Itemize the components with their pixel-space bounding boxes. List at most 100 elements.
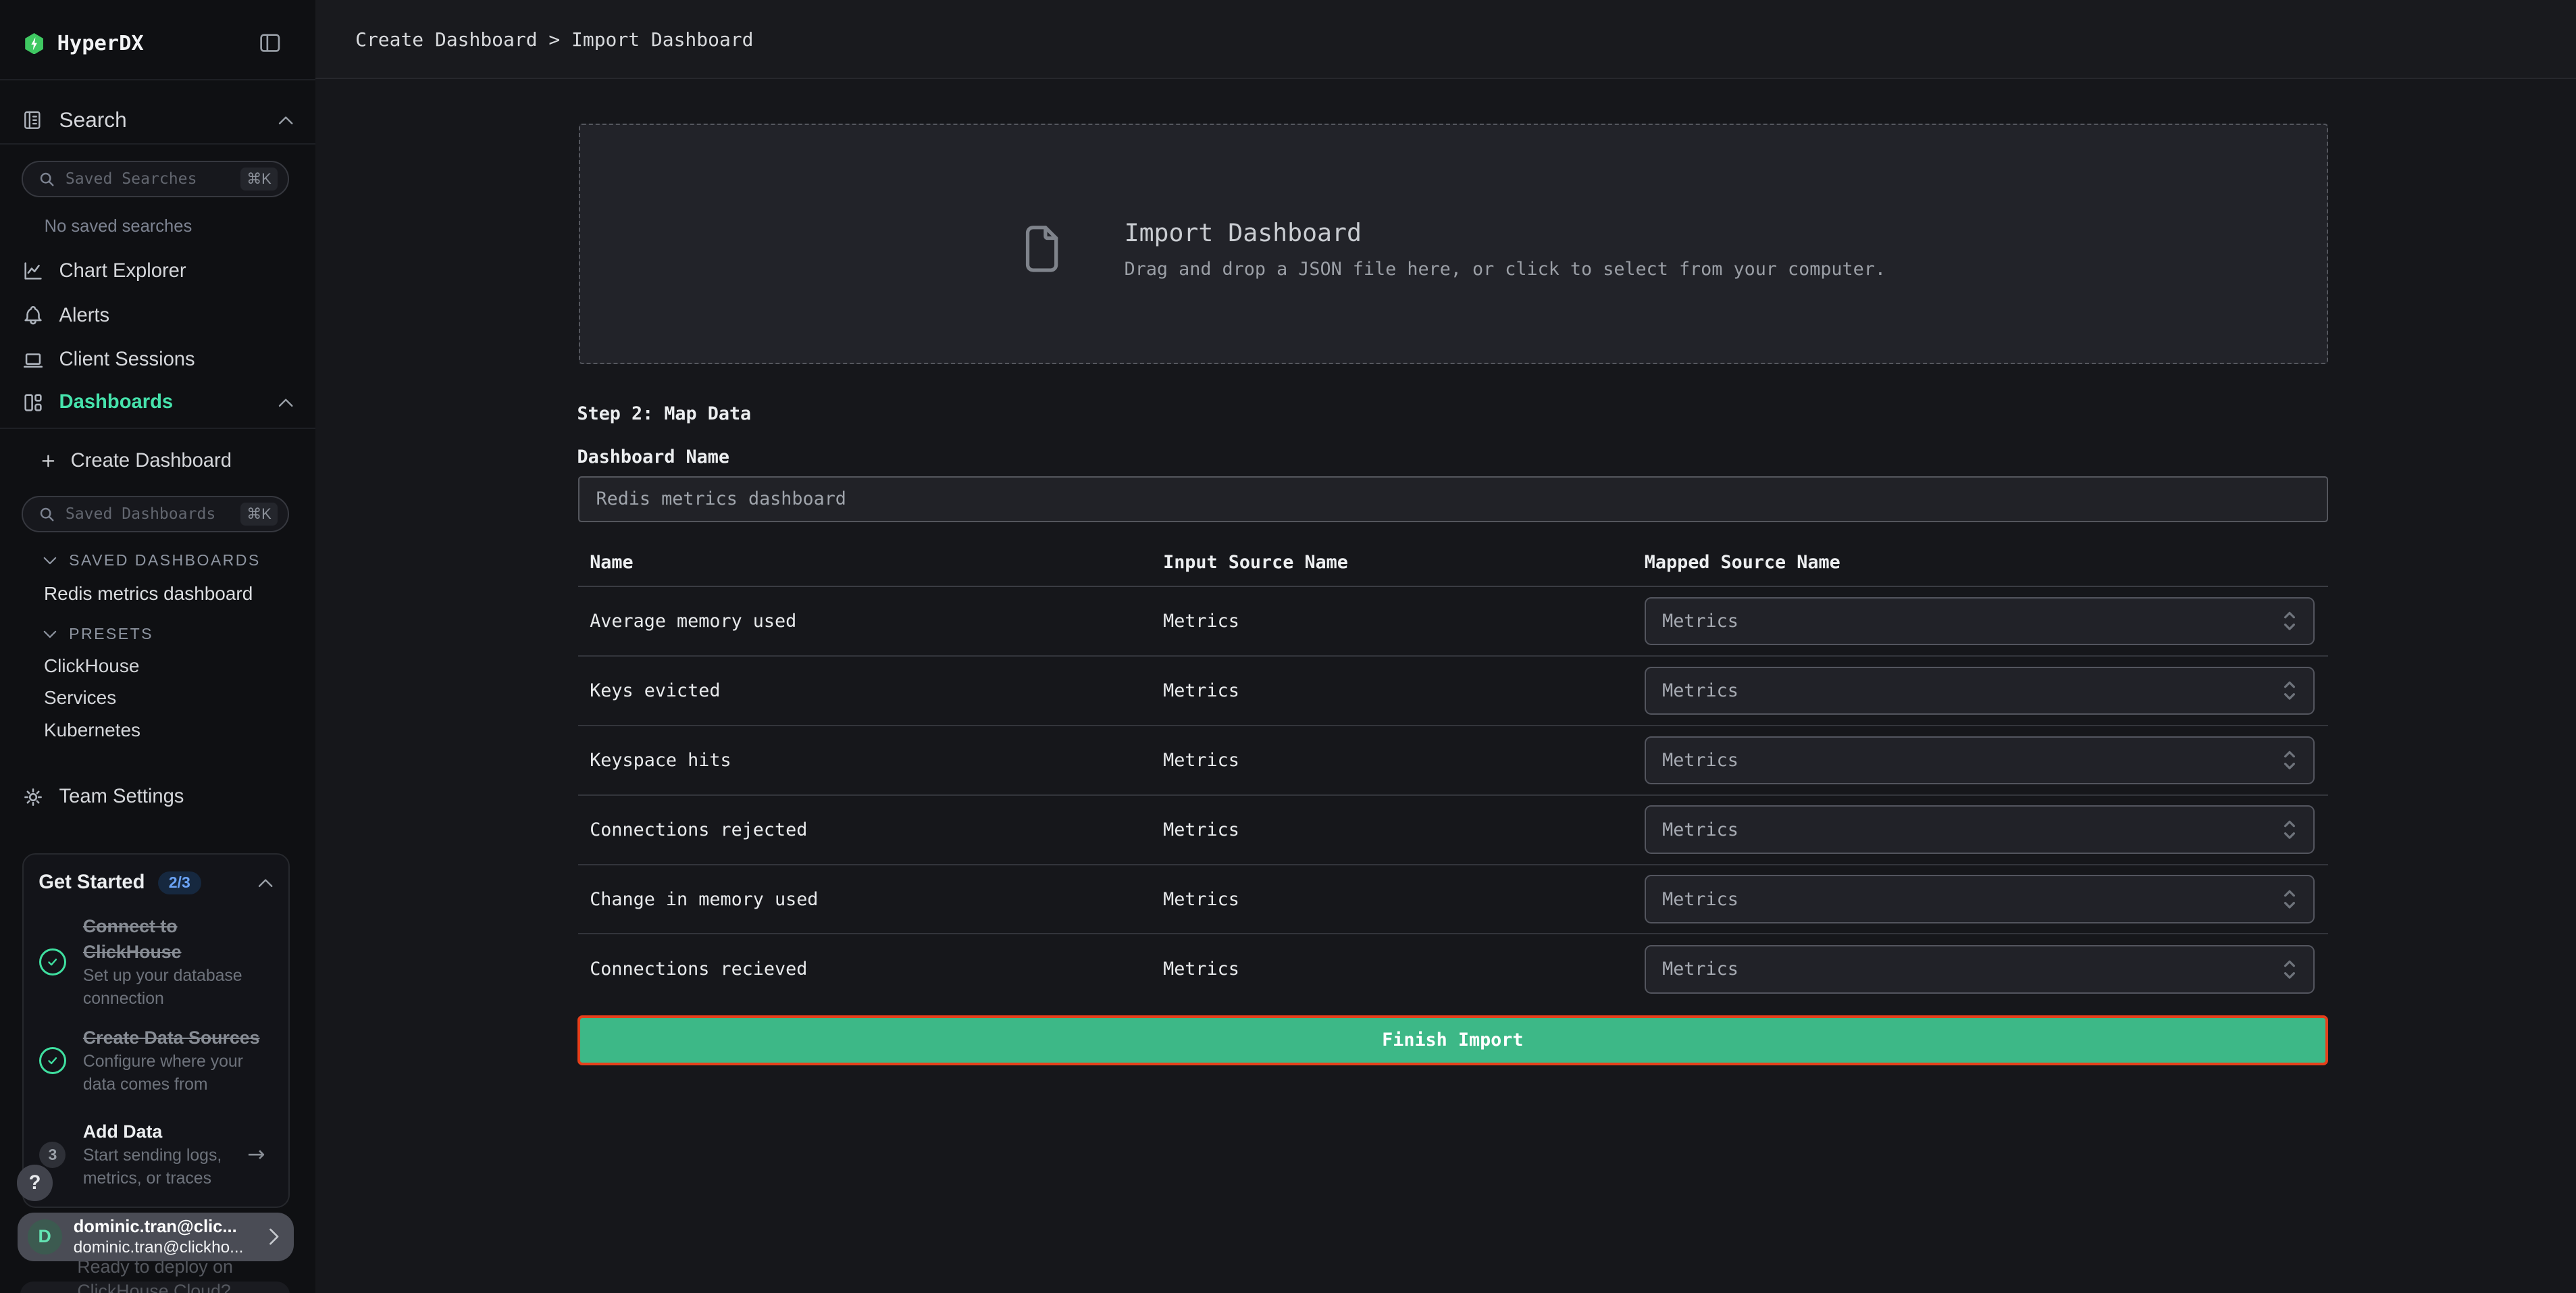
table-row: Connections recievedMetricsMetrics bbox=[578, 934, 2327, 1004]
saved-dashboards-group-header[interactable]: SAVED DASHBOARDS bbox=[43, 549, 261, 572]
arrow-right-icon: → bbox=[247, 1142, 265, 1167]
preset-link-label: ClickHouse bbox=[44, 655, 139, 677]
select-chevrons-icon bbox=[2282, 887, 2297, 911]
select-value: Metrics bbox=[1662, 680, 2282, 701]
sidebar-item-chart-explorer[interactable]: Chart Explorer bbox=[22, 251, 294, 290]
mapped-source-select[interactable]: Metrics bbox=[1645, 667, 2315, 715]
cell-input-source: Metrics bbox=[1152, 819, 1633, 840]
sidebar-item-search[interactable]: Search bbox=[22, 99, 294, 141]
select-value: Metrics bbox=[1662, 889, 2282, 910]
sidebar-item-services-preset[interactable]: Services bbox=[44, 686, 116, 710]
dashboard-name-input[interactable] bbox=[578, 476, 2327, 522]
import-dropzone[interactable]: Import Dashboard Drag and drop a JSON fi… bbox=[579, 124, 2328, 363]
cell-name: Average memory used bbox=[578, 611, 1152, 632]
preset-link-label: Kubernetes bbox=[44, 719, 140, 741]
mapping-table: Name Input Source Name Mapped Source Nam… bbox=[578, 539, 2327, 1005]
nav-label: Chart Explorer bbox=[59, 260, 186, 282]
preset-link-label: Services bbox=[44, 687, 116, 709]
sidebar: HyperDX Search Saved Sea bbox=[0, 0, 315, 1293]
team-settings-label: Team Settings bbox=[59, 786, 184, 808]
chevron-up-icon bbox=[278, 113, 294, 126]
cell-input-source: Metrics bbox=[1152, 680, 1633, 701]
column-header: Input Source Name bbox=[1152, 552, 1633, 573]
search-section-label: Search bbox=[59, 107, 127, 132]
shortcut-badge: ⌘K bbox=[240, 503, 278, 525]
presets-header-label: PRESETS bbox=[69, 625, 153, 643]
select-chevrons-icon bbox=[2282, 957, 2297, 982]
saved-dashboards-input[interactable]: Saved Dashboards ⌘K bbox=[22, 496, 289, 532]
select-value: Metrics bbox=[1662, 750, 2282, 771]
avatar: D bbox=[28, 1219, 62, 1254]
no-saved-searches-text: No saved searches bbox=[45, 217, 192, 236]
saved-dashboards-header-label: SAVED DASHBOARDS bbox=[69, 551, 261, 569]
mapped-source-select[interactable]: Metrics bbox=[1645, 875, 2315, 923]
bell-icon bbox=[22, 304, 45, 327]
table-header: Name Input Source Name Mapped Source Nam… bbox=[578, 539, 2327, 587]
mapped-source-select[interactable]: Metrics bbox=[1645, 805, 2315, 854]
search-section-icon bbox=[22, 109, 43, 131]
table-row: Average memory usedMetricsMetrics bbox=[578, 587, 2327, 657]
saved-searches-placeholder: Saved Searches bbox=[66, 170, 240, 188]
table-row: Keyspace hitsMetricsMetrics bbox=[578, 726, 2327, 796]
create-dashboard-button[interactable]: Create Dashboard bbox=[39, 442, 286, 480]
sidebar-item-team-settings[interactable]: Team Settings bbox=[22, 778, 294, 817]
nav-label: Alerts bbox=[59, 305, 110, 327]
mapped-source-select[interactable]: Metrics bbox=[1645, 597, 2315, 646]
chevron-down-icon bbox=[43, 555, 57, 566]
step-title: Add Data bbox=[83, 1119, 247, 1144]
cell-input-source: Metrics bbox=[1152, 611, 1633, 632]
select-value: Metrics bbox=[1662, 959, 2282, 980]
nav-label: Dashboards bbox=[59, 391, 174, 413]
app-logo[interactable]: HyperDX bbox=[24, 28, 144, 59]
breadcrumb: Create Dashboard > Import Dashboard bbox=[355, 28, 753, 51]
sidebar-collapse-button[interactable] bbox=[259, 33, 281, 53]
mapped-source-select[interactable]: Metrics bbox=[1645, 945, 2315, 994]
help-button[interactable]: ? bbox=[17, 1165, 53, 1201]
cell-name: Keyspace hits bbox=[578, 750, 1152, 771]
plus-icon bbox=[39, 452, 57, 470]
sidebar-item-redis-dashboard[interactable]: Redis metrics dashboard bbox=[44, 582, 253, 606]
main-content: Create Dashboard > Import Dashboard Impo… bbox=[315, 0, 2576, 1293]
progress-badge: 2/3 bbox=[158, 871, 201, 894]
get-started-card: Get Started 2/3 Connect to ClickHouse Se… bbox=[22, 853, 290, 1208]
step-title: Create Data Sources bbox=[83, 1025, 267, 1050]
step-subtitle: Set up your database connection bbox=[83, 965, 267, 1011]
user-menu[interactable]: D dominic.tran@clic... dominic.tran@clic… bbox=[18, 1213, 294, 1261]
sidebar-item-kubernetes-preset[interactable]: Kubernetes bbox=[44, 717, 140, 742]
get-started-title: Get Started bbox=[38, 871, 145, 894]
finish-import-button[interactable]: Finish Import bbox=[577, 1015, 2328, 1065]
get-started-step-connect[interactable]: Connect to ClickHouse Set up your databa… bbox=[38, 914, 274, 1011]
check-circle-icon bbox=[38, 948, 66, 975]
select-chevrons-icon bbox=[2282, 817, 2297, 842]
app-title: HyperDX bbox=[57, 32, 144, 55]
saved-dashboards-placeholder: Saved Dashboards bbox=[66, 505, 240, 523]
cell-input-source: Metrics bbox=[1152, 750, 1633, 771]
cell-name: Keys evicted bbox=[578, 680, 1152, 701]
select-chevrons-icon bbox=[2282, 609, 2297, 633]
chart-explorer-icon bbox=[22, 259, 45, 282]
sidebar-item-client-sessions[interactable]: Client Sessions bbox=[22, 340, 294, 380]
step-subtitle: Configure where your data comes from bbox=[83, 1050, 267, 1096]
get-started-step-sources[interactable]: Create Data Sources Configure where your… bbox=[38, 1025, 274, 1096]
mapped-source-select[interactable]: Metrics bbox=[1645, 736, 2315, 785]
select-value: Metrics bbox=[1662, 819, 2282, 840]
sidebar-item-alerts[interactable]: Alerts bbox=[22, 296, 294, 335]
breadcrumb-bar: Create Dashboard > Import Dashboard bbox=[315, 0, 2576, 79]
mapping-table-body: Average memory usedMetricsMetricsKeys ev… bbox=[578, 587, 2327, 1004]
app-window: HyperDX Search Saved Sea bbox=[0, 0, 2576, 1293]
cell-name: Change in memory used bbox=[578, 889, 1152, 910]
hyperdx-logo-icon bbox=[24, 33, 44, 55]
gear-icon bbox=[22, 786, 45, 809]
column-header: Mapped Source Name bbox=[1633, 552, 2328, 573]
presets-group-header[interactable]: PRESETS bbox=[43, 623, 153, 646]
file-icon bbox=[1021, 221, 1063, 277]
get-started-step-add-data[interactable]: 3 Add Data Start sending logs, metrics, … bbox=[38, 1119, 274, 1190]
promo-text-line2: ClickHouse Cloud? bbox=[77, 1281, 230, 1293]
sidebar-item-clickhouse-preset[interactable]: ClickHouse bbox=[44, 654, 139, 678]
select-chevrons-icon bbox=[2282, 748, 2297, 772]
laptop-icon bbox=[22, 349, 45, 372]
sidebar-item-dashboards[interactable]: Dashboards bbox=[22, 383, 294, 422]
dropzone-title: Import Dashboard bbox=[1125, 218, 1886, 247]
chevron-up-icon[interactable] bbox=[257, 876, 274, 889]
saved-searches-input[interactable]: Saved Searches ⌘K bbox=[22, 161, 289, 197]
